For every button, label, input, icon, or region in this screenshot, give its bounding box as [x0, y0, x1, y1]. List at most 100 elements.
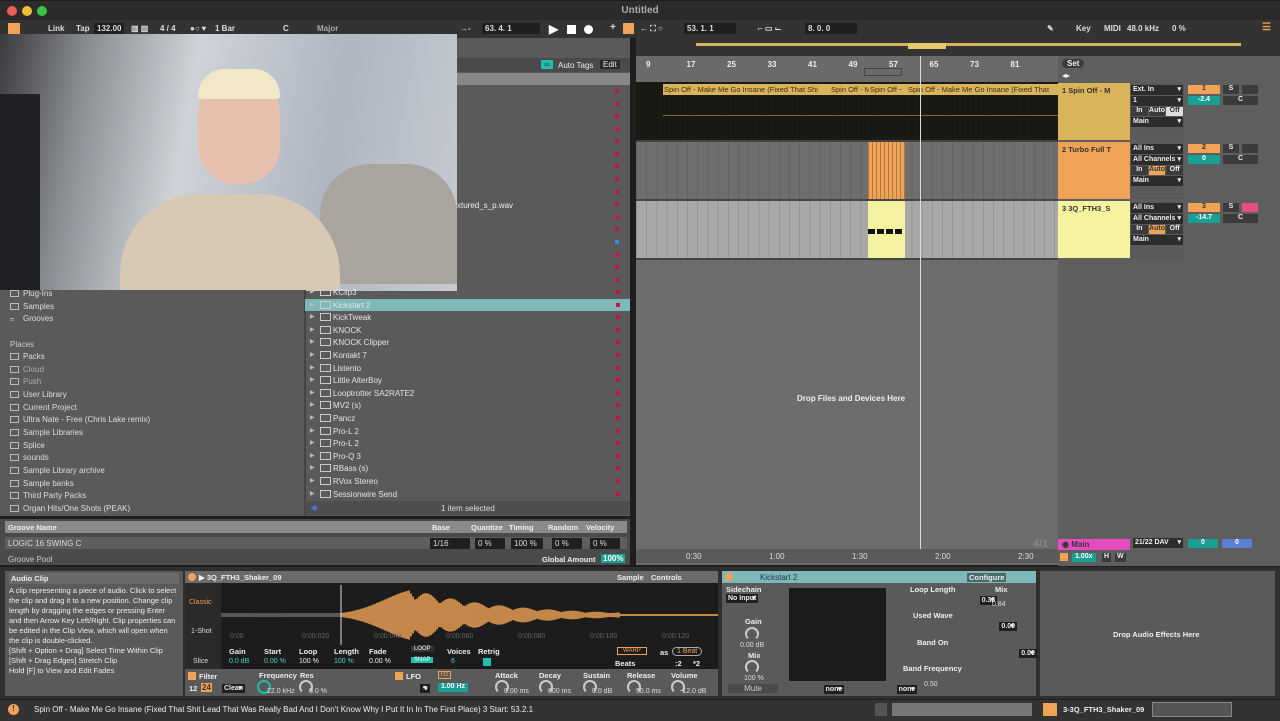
- volume-field[interactable]: 0: [1188, 155, 1220, 164]
- param-value[interactable]: 0.0 dB: [229, 658, 249, 665]
- list-item[interactable]: ▶ RVox Stereo: [305, 475, 630, 488]
- expand-arrow-icon[interactable]: ▶: [310, 301, 315, 308]
- mode-classic[interactable]: Classic: [189, 599, 212, 606]
- key-map-button[interactable]: Key: [1076, 24, 1091, 33]
- output-dropdown[interactable]: Main: [1131, 176, 1183, 186]
- band-on-dropdown[interactable]: 0.00: [1019, 649, 1037, 658]
- col-groove-name[interactable]: Groove Name: [8, 523, 57, 532]
- track-activator[interactable]: 3: [1188, 203, 1220, 212]
- monitor-auto[interactable]: Auto: [1148, 225, 1166, 234]
- sidebar-place[interactable]: Current Project: [10, 403, 77, 412]
- sidebar-place[interactable]: User Library: [10, 390, 67, 399]
- loop-length-field[interactable]: 8. 0. 0: [805, 23, 857, 34]
- sample-tab[interactable]: Sample: [617, 573, 644, 582]
- list-item[interactable]: ▶ Kontakt 7: [305, 349, 630, 362]
- midi-map-button[interactable]: MIDI: [1104, 24, 1121, 33]
- loop-start-field[interactable]: 53. 1. 1: [684, 23, 736, 34]
- zoom-field[interactable]: 1.00x: [1072, 553, 1096, 562]
- clip[interactable]: Spin Off -: [870, 85, 906, 94]
- track-lane-2[interactable]: [636, 142, 1058, 201]
- song-position-field[interactable]: 63. 4. 1: [482, 23, 540, 34]
- list-item[interactable]: ▶ Pancz: [305, 412, 630, 425]
- track-header[interactable]: 1 Spin Off - M: [1058, 83, 1130, 140]
- global-amount-field[interactable]: 100%: [601, 554, 626, 563]
- mute-button[interactable]: Mute: [728, 684, 778, 693]
- edit-button[interactable]: Edit: [600, 60, 620, 69]
- band-frequency-value[interactable]: 0.50: [924, 681, 938, 688]
- expand-arrow-icon[interactable]: ▶: [310, 338, 315, 345]
- sidebar-place[interactable]: Push: [10, 377, 41, 386]
- param-value[interactable]: 100 %: [334, 658, 354, 665]
- expand-arrow-icon[interactable]: ▶: [310, 490, 315, 497]
- input-type-dropdown[interactable]: Ext. In: [1131, 85, 1183, 95]
- filter-toggle[interactable]: [188, 672, 196, 680]
- sidebar-place[interactable]: Sample Libraries: [10, 428, 83, 437]
- col-timing[interactable]: Timing: [509, 523, 533, 532]
- track-header[interactable]: 3 3Q_FTH3_S: [1058, 201, 1130, 258]
- clip[interactable]: Spin Off - Make Me Go Insane (Fixed That: [908, 85, 1058, 94]
- midi-clip[interactable]: [868, 142, 905, 199]
- info-icon[interactable]: !: [8, 704, 19, 715]
- sidebar-item-samples[interactable]: Samples: [10, 302, 54, 311]
- track-header[interactable]: 2 Turbo Full T: [1058, 142, 1130, 199]
- record-quantize-icon[interactable]: ●○ ▾: [190, 24, 206, 33]
- lfo-wave-dropdown[interactable]: ∿: [420, 684, 431, 693]
- list-item[interactable]: ▶ Pro-Q 3: [305, 450, 630, 463]
- input-channel-dropdown[interactable]: All Channels: [1131, 214, 1183, 224]
- time-ruler[interactable]: 0:30 1:00 1:30 2:00 2:30: [636, 549, 1058, 563]
- list-item[interactable]: ▶ Listento: [305, 362, 630, 375]
- mode-slice[interactable]: Slice: [193, 658, 208, 665]
- slope-24[interactable]: 24: [201, 683, 212, 692]
- monitor-auto[interactable]: Auto: [1148, 107, 1166, 116]
- list-item[interactable]: ▶ Little AlterBoy: [305, 374, 630, 387]
- monitor-in[interactable]: In: [1131, 107, 1148, 116]
- controls-tab[interactable]: Controls: [651, 573, 682, 582]
- track-lane-3[interactable]: [636, 201, 1058, 260]
- loop-icons[interactable]: ⌐ ▭ ⌙: [758, 24, 781, 33]
- list-item[interactable]: ▶ Pro-L 2: [305, 437, 630, 450]
- track-activator[interactable]: 1: [1188, 85, 1220, 94]
- play-icon[interactable]: [875, 703, 887, 716]
- list-item[interactable]: ▶ Pro-L 2: [305, 425, 630, 438]
- expand-arrow-icon[interactable]: ▶: [310, 414, 315, 421]
- param-value[interactable]: 0.00 %: [369, 658, 391, 665]
- midi-clip[interactable]: [868, 201, 905, 258]
- expand-arrow-icon[interactable]: ▶: [310, 464, 315, 471]
- menu-icon[interactable]: ☰: [1262, 22, 1271, 33]
- used-wave-dropdown[interactable]: 0.00: [999, 622, 1018, 631]
- arm-button[interactable]: [1242, 85, 1258, 94]
- output-dropdown[interactable]: Main: [1131, 117, 1183, 127]
- track-lane-1[interactable]: Spin Off - Make Me Go Insane (Fixed That…: [636, 82, 1058, 142]
- input-type-dropdown[interactable]: All Ins: [1131, 203, 1183, 213]
- record-button[interactable]: [584, 25, 593, 34]
- dropdown-none-1[interactable]: none: [823, 685, 845, 694]
- mode-one-shot[interactable]: 1-Shot: [191, 628, 212, 635]
- sidebar-place[interactable]: Ultra Nate - Free (Chris Lake remix): [10, 415, 150, 424]
- expand-arrow-icon[interactable]: ▶: [310, 326, 315, 333]
- list-item[interactable]: ▶ MV2 (s): [305, 399, 630, 412]
- column-header[interactable]: [457, 73, 630, 85]
- solo-button[interactable]: S: [1223, 203, 1239, 212]
- main-volume[interactable]: 0: [1188, 539, 1218, 548]
- sidebar-place[interactable]: sounds: [10, 453, 49, 462]
- expand-arrow-icon[interactable]: ▶: [310, 376, 315, 383]
- double-button[interactable]: *2: [693, 659, 700, 668]
- sidebar-place[interactable]: Sample Library archive: [10, 466, 105, 475]
- param-value[interactable]: 0.00 %: [264, 658, 286, 665]
- main-output-dropdown[interactable]: 21/22 DAV: [1133, 538, 1183, 548]
- expand-arrow-icon[interactable]: ▶: [310, 389, 315, 396]
- monitor-off[interactable]: Off: [1166, 225, 1184, 234]
- warp-beat-field[interactable]: 1 Beat: [672, 647, 703, 656]
- h-button[interactable]: H: [1102, 553, 1112, 562]
- monitor-in[interactable]: In: [1131, 166, 1148, 175]
- groove-velocity[interactable]: 0 %: [590, 538, 620, 549]
- expand-arrow-icon[interactable]: ▶: [310, 452, 315, 459]
- volume-field[interactable]: -14.7: [1188, 214, 1220, 223]
- sidebar-place[interactable]: Packs: [10, 352, 45, 361]
- list-item[interactable]: ▶ Looptrotter SA2RATE2: [305, 387, 630, 400]
- follow-toggle[interactable]: [1060, 553, 1068, 561]
- sidebar-place[interactable]: Sample banks: [10, 479, 74, 488]
- input-type-dropdown[interactable]: All Ins: [1131, 144, 1183, 154]
- dropdown-none-2[interactable]: none: [896, 685, 918, 694]
- lfo-hz-button[interactable]: Hz: [438, 671, 452, 679]
